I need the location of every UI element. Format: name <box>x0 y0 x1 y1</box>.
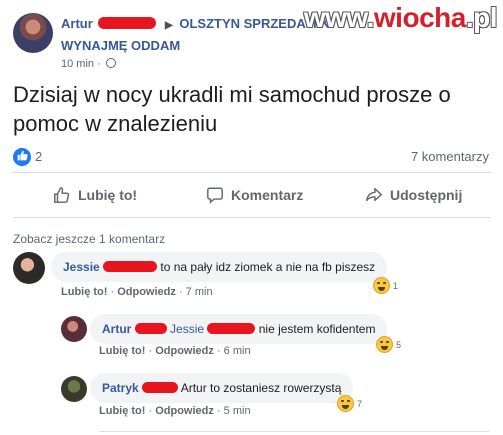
comment-reaction[interactable]: 7 <box>337 395 362 412</box>
divider <box>13 217 491 218</box>
comment-icon <box>207 187 223 204</box>
arrow-right-icon: ▶ <box>165 20 173 31</box>
post-meta: 10 min · <box>61 58 116 70</box>
share-button[interactable]: Udostępnij <box>365 186 462 204</box>
reaction-count: 1 <box>393 280 399 291</box>
like-count[interactable]: 2 <box>35 149 42 164</box>
commenter-avatar[interactable] <box>61 376 87 402</box>
comment-count-link[interactable]: 7 komentarzy <box>411 149 489 164</box>
comment-like-link[interactable]: Lubię to! <box>99 345 145 357</box>
comment-bubble: Artur Jessie nie jestem kofidentem <box>90 314 388 344</box>
redacted-surname <box>134 323 167 334</box>
comments-section: Zobacz jeszcze 1 komentarz Jessie to na … <box>0 221 503 435</box>
commenter-avatar[interactable] <box>13 252 45 284</box>
comment-like-link[interactable]: Lubię to! <box>99 405 145 417</box>
comment-like-link[interactable]: Lubię to! <box>61 286 107 298</box>
view-more-comments-link[interactable]: Zobacz jeszcze 1 komentarz <box>13 232 165 246</box>
group-name-continued[interactable]: WYNAJMĘ ODDAM <box>61 38 180 53</box>
commenter-avatar[interactable] <box>61 316 87 342</box>
divider <box>99 431 489 432</box>
redacted-surname <box>207 323 256 334</box>
share-icon <box>366 187 382 202</box>
comment-reply-link[interactable]: Odpowiedz <box>117 286 176 298</box>
comment-reaction[interactable]: 5 <box>376 336 401 353</box>
comment-actions: Lubię to! · Odpowiedz · 7 min <box>61 286 213 298</box>
comment-bubble: Jessie to na pały idz ziomek a nie na fb… <box>51 252 388 282</box>
comment-text: Artur to zostaniesz rowerzystą <box>180 381 342 395</box>
comment-button[interactable]: Komentarz <box>206 186 303 204</box>
redacted-surname <box>142 382 179 393</box>
tagged-user[interactable]: Jessie <box>170 322 204 336</box>
redacted-surname <box>98 17 157 29</box>
reaction-count: 5 <box>396 339 402 350</box>
redacted-surname <box>103 261 158 272</box>
like-button[interactable]: Lubię to! <box>53 186 137 204</box>
comment-bubble: Patryk Artur to zostaniesz rowerzystą <box>90 373 354 403</box>
comment-author[interactable]: Patryk <box>102 381 139 395</box>
post-author-name[interactable]: Artur <box>61 16 93 31</box>
like-button-label: Lubię to! <box>78 187 138 203</box>
watermark: www.wiocha.pl <box>303 2 498 33</box>
like-reaction-icon[interactable] <box>13 148 31 166</box>
header-line-1: Artur ▶ OLSZTYN SPRZEDAM K <box>61 16 330 31</box>
reaction-count: 7 <box>357 398 363 409</box>
comment-button-label: Komentarz <box>231 187 304 203</box>
comment-time[interactable]: 6 min <box>224 345 251 357</box>
thumbs-up-icon <box>54 187 70 203</box>
globe-icon <box>105 58 116 68</box>
comment-time[interactable]: 5 min <box>224 405 251 417</box>
comment-text: to na pały idz ziomek a nie na fb piszes… <box>160 260 376 274</box>
comment-author[interactable]: Artur <box>102 322 131 336</box>
comment-reply-link[interactable]: Odpowiedz <box>155 345 214 357</box>
divider <box>13 172 491 173</box>
comment-actions: Lubię to! · Odpowiedz · 6 min <box>99 345 251 357</box>
comment-time[interactable]: 7 min <box>186 286 213 298</box>
share-button-label: Udostępnij <box>390 187 463 203</box>
post-time[interactable]: 10 min <box>61 58 94 70</box>
comment-actions: Lubię to! · Odpowiedz · 5 min <box>99 405 251 417</box>
haha-reaction-icon <box>373 277 390 294</box>
haha-reaction-icon <box>376 336 393 353</box>
comment-text: nie jestem kofidentem <box>258 322 376 336</box>
post-text: Dzisiaj w nocy ukradli mi samochud prosz… <box>13 82 451 136</box>
comment-author[interactable]: Jessie <box>63 260 100 274</box>
comment-reaction[interactable]: 1 <box>373 277 398 294</box>
comment-reply-link[interactable]: Odpowiedz <box>155 405 214 417</box>
haha-reaction-icon <box>337 395 354 412</box>
author-avatar[interactable] <box>13 13 53 53</box>
